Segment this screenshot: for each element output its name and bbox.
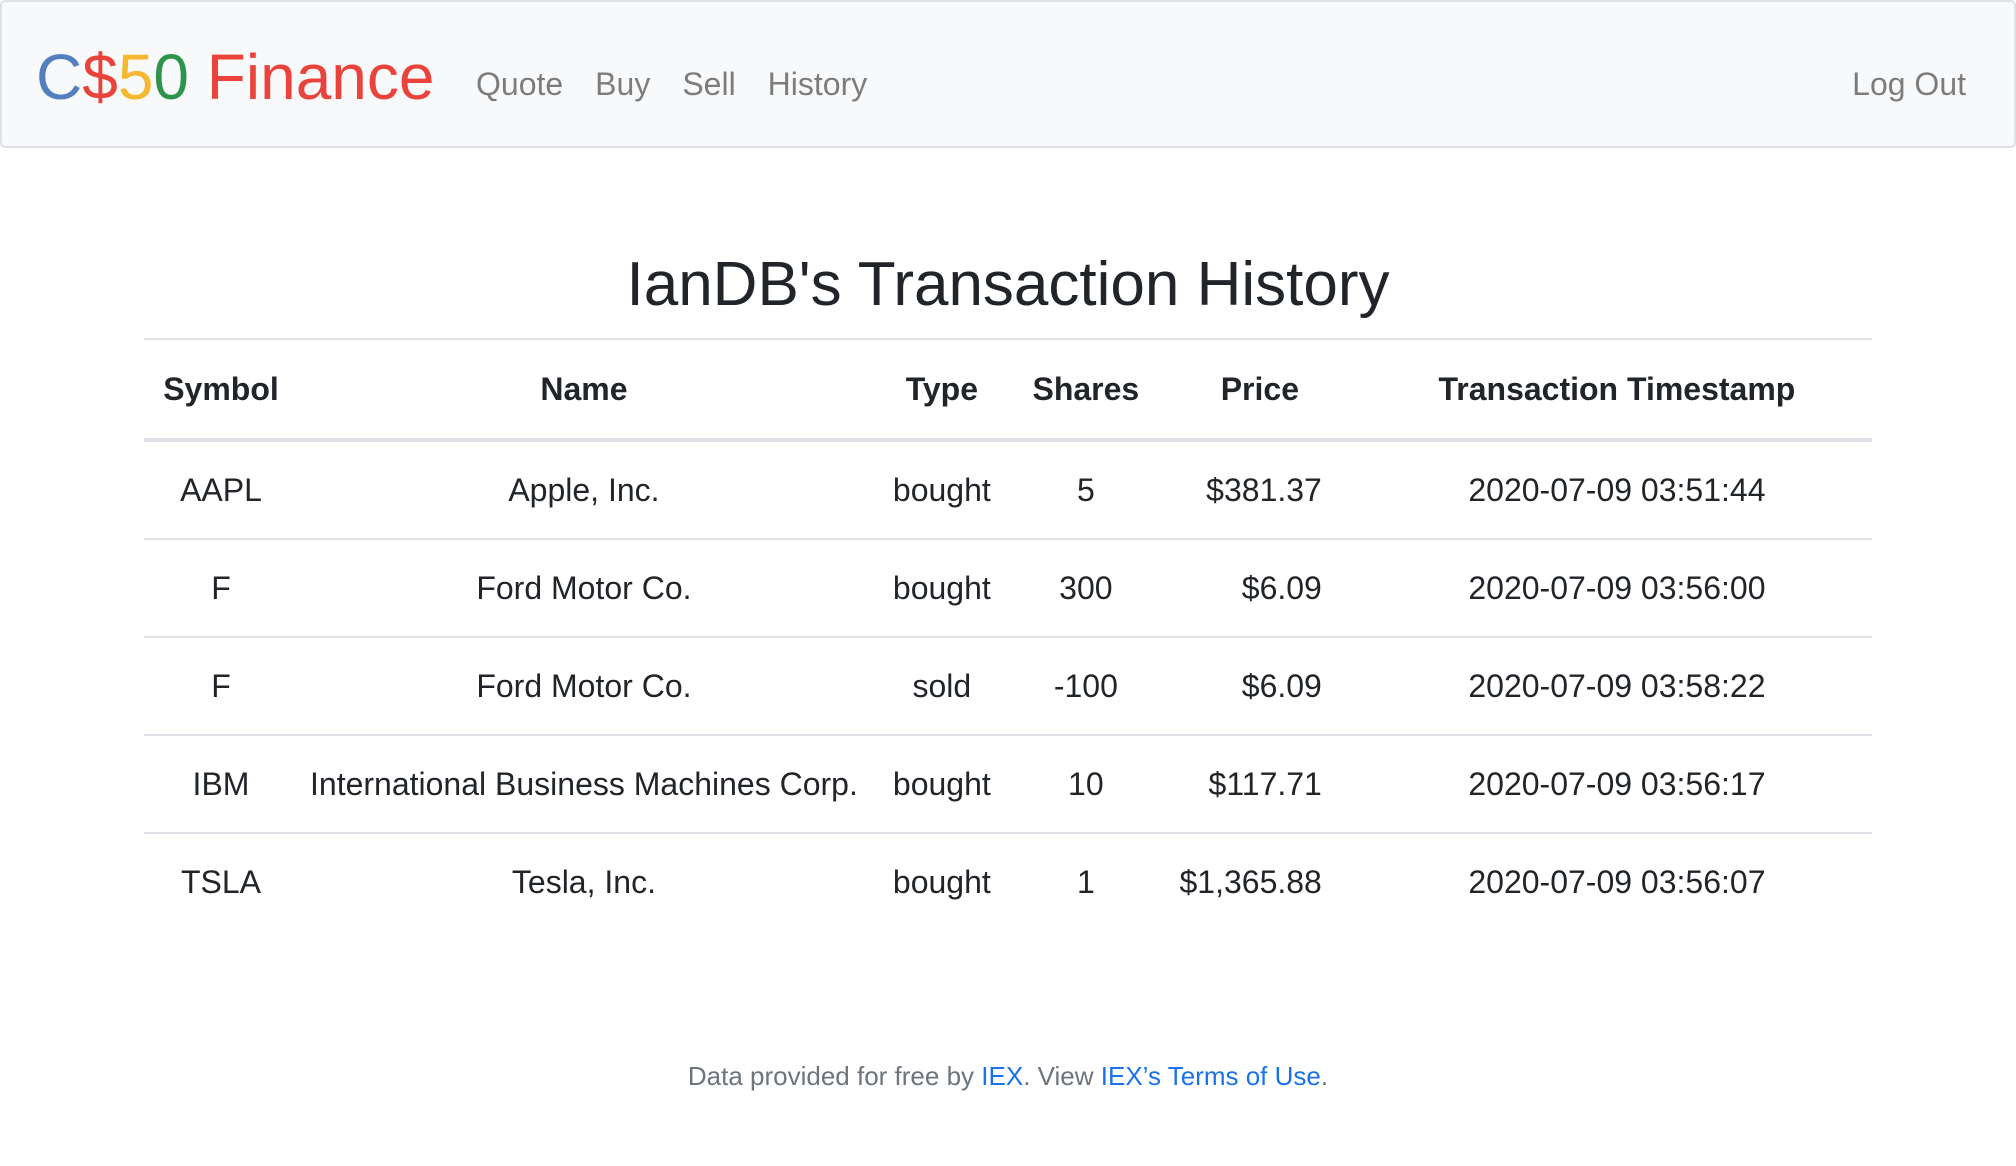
footer: Data provided for free by IEX. View IEX’… [0, 1058, 2016, 1094]
brand-part-dollar: $ [82, 41, 118, 113]
cell-timestamp: 2020-07-09 03:51:44 [1361, 440, 1872, 540]
cell-symbol: F [144, 539, 298, 638]
cell-price: $117.71 [1157, 735, 1362, 834]
nav-link-sell[interactable]: Sell [682, 62, 735, 106]
cell-price: $6.09 [1157, 539, 1362, 638]
cell-type: sold [869, 637, 1014, 736]
cell-name: Ford Motor Co. [298, 539, 870, 638]
brand-part-finance: Finance [189, 41, 435, 113]
cell-name: International Business Machines Corp. [298, 735, 870, 834]
header-shares: Shares [1013, 338, 1158, 442]
cell-symbol: F [144, 637, 298, 736]
cell-name: Apple, Inc. [298, 440, 870, 540]
table-header-row: Symbol Name Type Shares Price Transactio… [144, 338, 1872, 442]
nav-link-buy[interactable]: Buy [595, 62, 650, 106]
cell-name: Ford Motor Co. [298, 637, 870, 736]
cell-timestamp: 2020-07-09 03:56:00 [1361, 539, 1872, 638]
cell-symbol: TSLA [180, 863, 262, 900]
header-type: Type [869, 338, 1014, 442]
table-row: F Ford Motor Co. bought 300 $6.09 2020-0… [144, 539, 1872, 638]
table-row: F Ford Motor Co. sold -100 $6.09 2020-07… [144, 637, 1872, 736]
iex-terms-link[interactable]: IEX’s Terms of Use [1101, 1061, 1321, 1091]
cell-shares: -100 [1013, 637, 1158, 736]
header-symbol: Symbol [144, 338, 298, 442]
cell-price: $1,365.88 [1179, 863, 1322, 900]
nav-link-history[interactable]: History [768, 62, 868, 106]
cell-shares: 10 [1013, 735, 1158, 834]
cell-price: $381.37 [1157, 440, 1362, 540]
cell-type: bought [869, 440, 1014, 540]
cell-price: $6.09 [1157, 637, 1362, 736]
footer-suffix: . [1320, 1061, 1329, 1091]
brand-part-5: 5 [117, 41, 154, 113]
iex-link[interactable]: IEX [981, 1061, 1023, 1091]
brand-part-c: C [36, 41, 83, 113]
header-price: Price [1157, 338, 1362, 442]
table-row: AAPL Apple, Inc. bought 5 $381.37 2020-0… [144, 440, 1872, 540]
transaction-table: Symbol Name Type Shares Price Transactio… [144, 338, 1872, 930]
nav-link-quote[interactable]: Quote [476, 62, 563, 106]
cell-type: bought [869, 539, 1014, 638]
brand-logo[interactable]: C$50 Finance [36, 40, 434, 114]
cell-shares: 300 [1013, 539, 1158, 638]
cell-timestamp: 2020-07-09 03:56:07 [1468, 863, 1766, 900]
page-title: IanDB's Transaction History [626, 250, 1390, 319]
footer-middle: . View [1023, 1061, 1101, 1091]
cell-timestamp: 2020-07-09 03:58:22 [1361, 637, 1872, 736]
brand-part-0: 0 [153, 41, 189, 113]
cell-type: bought [869, 735, 1014, 834]
cell-type: bought [892, 863, 991, 900]
cell-timestamp: 2020-07-09 03:56:17 [1361, 735, 1872, 834]
header-name: Name [298, 338, 870, 442]
cell-symbol: IBM [144, 735, 298, 834]
footer-prefix: Data provided for free by [687, 1061, 982, 1091]
cell-symbol: AAPL [144, 440, 298, 540]
header-timestamp: Transaction Timestamp [1361, 338, 1872, 442]
table-row: IBM International Business Machines Corp… [144, 735, 1872, 834]
logout-link[interactable]: Log Out [1852, 62, 1966, 106]
navbar: C$50 Finance Quote Buy Sell History Log … [0, 0, 2016, 148]
table-row: TSLA Tesla, Inc. bought 1 $1,365.88 2020… [144, 833, 1872, 930]
nav-links: Quote Buy Sell History [476, 62, 867, 106]
cell-shares: 5 [1013, 440, 1158, 540]
cell-name: Tesla, Inc. [511, 863, 656, 900]
cell-shares: 1 [1076, 863, 1095, 900]
